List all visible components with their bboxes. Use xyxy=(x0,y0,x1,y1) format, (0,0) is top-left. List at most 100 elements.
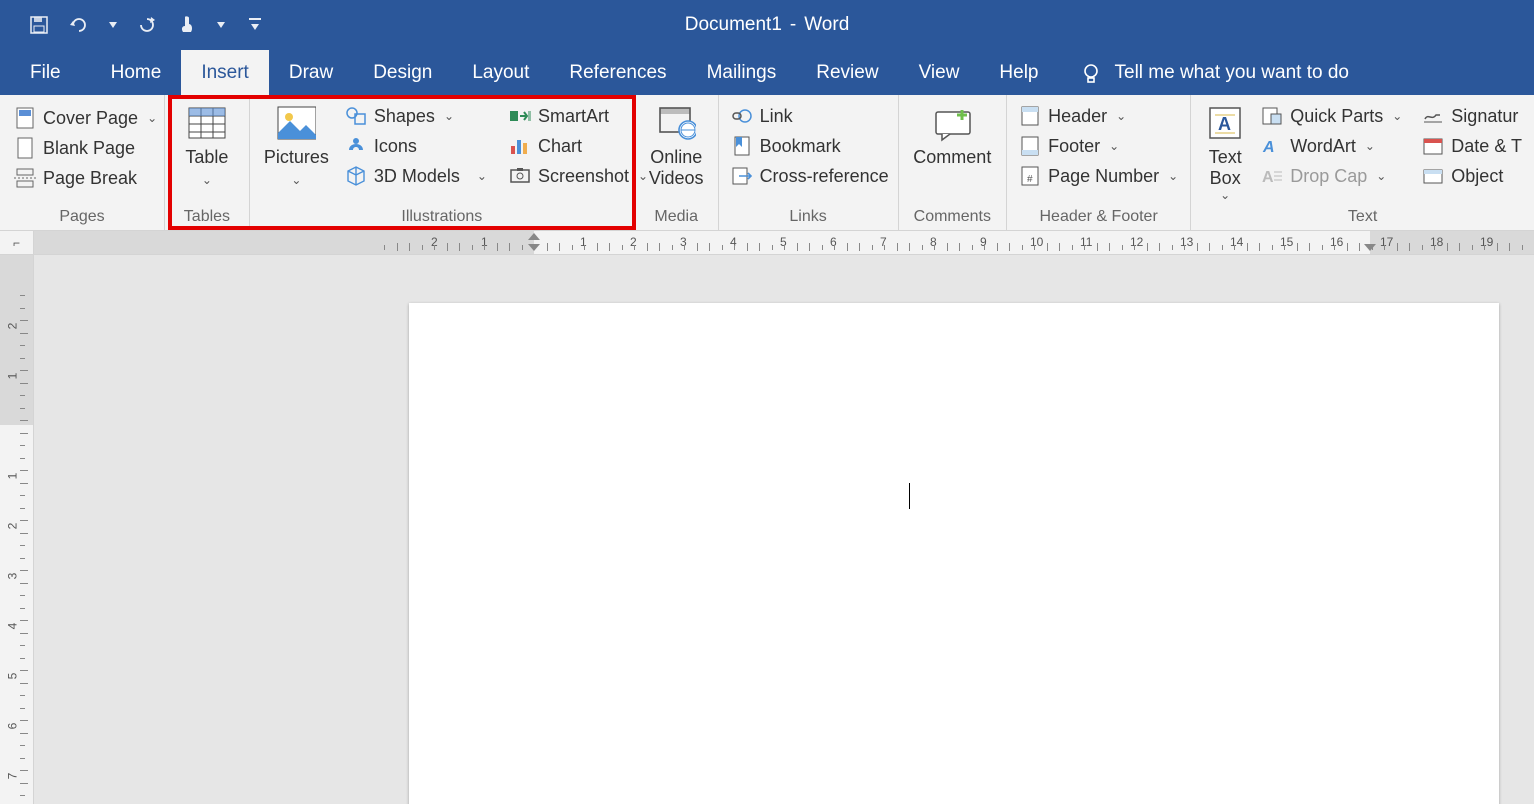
customize-qat-icon[interactable] xyxy=(244,14,266,36)
drop-cap-button[interactable]: A Drop Cap⌄ xyxy=(1257,163,1406,189)
bookmark-button[interactable]: Bookmark xyxy=(727,133,893,159)
svg-text:A: A xyxy=(1262,139,1275,156)
chart-button[interactable]: Chart xyxy=(505,133,652,159)
cross-reference-button[interactable]: Cross-reference xyxy=(727,163,893,189)
group-comments: Comment Comments xyxy=(899,95,1008,230)
tab-design[interactable]: Design xyxy=(353,50,452,95)
smartart-button[interactable]: SmartArt xyxy=(505,103,652,129)
screenshot-button[interactable]: Screenshot⌄ xyxy=(505,163,652,189)
document-name: Document1 xyxy=(685,14,782,35)
group-label-header-footer: Header & Footer xyxy=(1007,205,1190,230)
svg-text:A: A xyxy=(1218,114,1231,134)
signature-line-button[interactable]: Signatur xyxy=(1418,103,1526,129)
text-box-icon: A xyxy=(1205,103,1245,143)
touch-mode-icon[interactable] xyxy=(176,14,198,36)
table-button[interactable]: Table⌄ xyxy=(179,101,234,188)
undo-dropdown-icon[interactable] xyxy=(108,14,118,36)
chevron-down-icon: ⌄ xyxy=(1392,109,1402,123)
ribbon: Cover Page⌄ Blank Page Page Break Pages xyxy=(0,95,1534,231)
touch-dropdown-icon[interactable] xyxy=(216,14,226,36)
page-break-icon xyxy=(14,167,36,189)
group-media: Online Videos Media xyxy=(635,95,719,230)
chevron-down-icon: ⌄ xyxy=(1376,169,1386,183)
tab-view[interactable]: View xyxy=(899,50,980,95)
tab-help[interactable]: Help xyxy=(979,50,1058,95)
app-name: Word xyxy=(804,14,849,35)
shapes-button[interactable]: Shapes⌄ xyxy=(341,103,491,129)
bookmark-icon xyxy=(731,135,753,157)
header-icon xyxy=(1019,105,1041,127)
date-time-button[interactable]: Date & T xyxy=(1418,133,1526,159)
wordart-button[interactable]: A WordArt⌄ xyxy=(1257,133,1406,159)
tell-me[interactable]: Tell me what you want to do xyxy=(1081,50,1349,95)
chart-icon xyxy=(509,135,531,157)
group-label-illustrations: Illustrations xyxy=(250,205,634,230)
tab-insert[interactable]: Insert xyxy=(181,50,269,95)
cover-page-button[interactable]: Cover Page⌄ xyxy=(10,105,161,131)
icons-button[interactable]: Icons xyxy=(341,133,491,159)
group-text: A Text Box ⌄ Quick Parts⌄ A WordArt⌄ A D… xyxy=(1191,95,1534,230)
horizontal-ruler[interactable]: 2112345678910111213141516171819 xyxy=(34,231,1534,255)
blank-page-button[interactable]: Blank Page xyxy=(10,135,161,161)
page-break-button[interactable]: Page Break xyxy=(10,165,161,191)
chevron-down-icon: ⌄ xyxy=(444,109,454,123)
tell-me-text: Tell me what you want to do xyxy=(1115,62,1349,84)
vertical-ruler[interactable]: 211234567 xyxy=(0,255,34,804)
footer-button[interactable]: Footer⌄ xyxy=(1015,133,1182,159)
3d-models-button[interactable]: 3D Models ⌄ xyxy=(341,163,491,189)
quick-parts-button[interactable]: Quick Parts⌄ xyxy=(1257,103,1406,129)
redo-icon[interactable] xyxy=(136,14,158,36)
group-tables: Table⌄ Tables xyxy=(165,95,250,230)
icons-icon xyxy=(345,135,367,157)
cube-icon xyxy=(345,165,367,187)
date-time-icon xyxy=(1422,135,1444,157)
tab-draw[interactable]: Draw xyxy=(269,50,353,95)
page-number-icon: # xyxy=(1019,165,1041,187)
text-box-button[interactable]: A Text Box ⌄ xyxy=(1199,101,1251,202)
text-cursor xyxy=(909,483,910,509)
page-number-button[interactable]: # Page Number⌄ xyxy=(1015,163,1182,189)
group-links: Link Bookmark Cross-reference Links xyxy=(719,95,899,230)
online-videos-label: Online Videos xyxy=(649,147,704,188)
drop-cap-icon: A xyxy=(1261,165,1283,187)
signature-icon xyxy=(1422,105,1444,127)
table-icon xyxy=(187,103,227,143)
group-label-text: Text xyxy=(1191,205,1534,230)
object-button[interactable]: Object xyxy=(1418,163,1526,189)
group-label-media: Media xyxy=(635,205,718,230)
group-header-footer: Header⌄ Footer⌄ # Page Number⌄ Header & … xyxy=(1007,95,1191,230)
online-videos-button[interactable]: Online Videos xyxy=(643,101,710,188)
link-button[interactable]: Link xyxy=(727,103,893,129)
quick-access-toolbar xyxy=(0,14,266,36)
pictures-button[interactable]: Pictures⌄ xyxy=(258,101,335,188)
footer-icon xyxy=(1019,135,1041,157)
undo-icon[interactable] xyxy=(68,14,90,36)
blank-page-icon xyxy=(14,137,36,159)
chevron-down-icon: ⌄ xyxy=(1116,109,1126,123)
chevron-down-icon: ⌄ xyxy=(1109,139,1119,153)
tab-review[interactable]: Review xyxy=(796,50,898,95)
wordart-icon: A xyxy=(1261,135,1283,157)
tab-mailings[interactable]: Mailings xyxy=(687,50,797,95)
window-title: Document1-Word xyxy=(685,14,850,36)
chevron-down-icon: ⌄ xyxy=(202,173,212,187)
group-label-comments: Comments xyxy=(899,205,1007,230)
chevron-down-icon: ⌄ xyxy=(1220,188,1230,202)
chevron-down-icon: ⌄ xyxy=(147,111,157,125)
ruler-corner[interactable]: ⌐ xyxy=(0,231,34,255)
chevron-down-icon: ⌄ xyxy=(477,169,487,183)
page-viewport[interactable] xyxy=(34,255,1534,804)
tab-layout[interactable]: Layout xyxy=(452,50,549,95)
comment-button[interactable]: Comment xyxy=(907,101,997,168)
tab-references[interactable]: References xyxy=(549,50,686,95)
tab-file[interactable]: File xyxy=(0,50,91,95)
header-button[interactable]: Header⌄ xyxy=(1015,103,1182,129)
save-icon[interactable] xyxy=(28,14,50,36)
document-page[interactable] xyxy=(409,303,1499,804)
group-illustrations: Pictures⌄ Shapes⌄ Icons 3D Models ⌄ xyxy=(250,95,635,230)
smartart-icon xyxy=(509,105,531,127)
comment-icon xyxy=(932,103,972,143)
tab-home[interactable]: Home xyxy=(91,50,182,95)
quick-parts-icon xyxy=(1261,105,1283,127)
screenshot-icon xyxy=(509,165,531,187)
